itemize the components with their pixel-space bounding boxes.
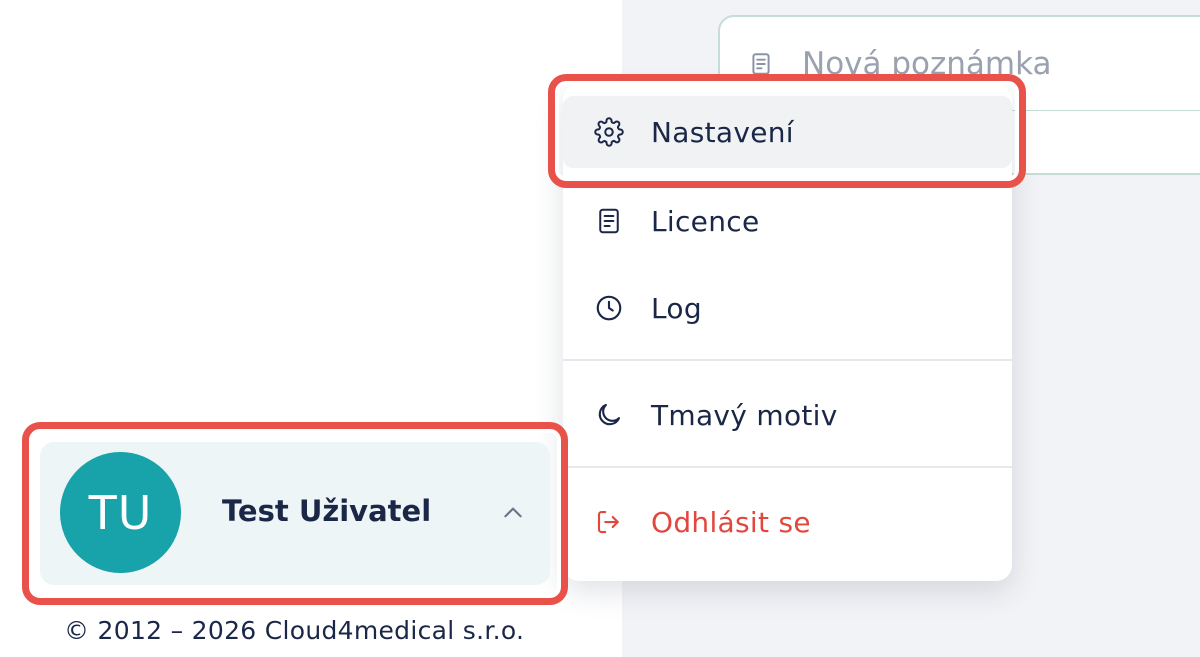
- user-menu-toggle[interactable]: TU Test Uživatel: [40, 442, 550, 585]
- chevron-up-icon: [500, 500, 526, 526]
- menu-divider: [563, 359, 1012, 361]
- gear-icon: [593, 116, 625, 148]
- menu-item-label: Odhlásit se: [651, 505, 811, 539]
- menu-item-label: Licence: [651, 204, 760, 238]
- user-name: Test Uživatel: [222, 494, 432, 528]
- moon-icon: [593, 399, 625, 431]
- menu-item-logout[interactable]: Odhlásit se: [563, 486, 1012, 558]
- user-menu-dropdown: Nastavení Licence Log Tmavý motiv Odhlás…: [563, 84, 1012, 581]
- menu-item-label: Nastavení: [651, 115, 794, 149]
- copyright-footer: © 2012 – 2026 Cloud4medical s.r.o.: [64, 616, 525, 645]
- avatar: TU: [60, 452, 181, 573]
- menu-item-label: Log: [651, 291, 702, 325]
- logout-icon: [593, 506, 625, 538]
- menu-divider: [563, 466, 1012, 468]
- menu-item-log[interactable]: Log: [563, 272, 1012, 344]
- menu-item-label: Tmavý motiv: [651, 398, 838, 432]
- clock-icon: [593, 292, 625, 324]
- menu-item-dark-theme[interactable]: Tmavý motiv: [563, 379, 1012, 451]
- document-icon: [748, 51, 774, 77]
- menu-item-license[interactable]: Licence: [563, 185, 1012, 257]
- new-note-input[interactable]: [802, 45, 1182, 82]
- menu-item-settings[interactable]: Nastavení: [563, 96, 1012, 168]
- document-icon: [593, 205, 625, 237]
